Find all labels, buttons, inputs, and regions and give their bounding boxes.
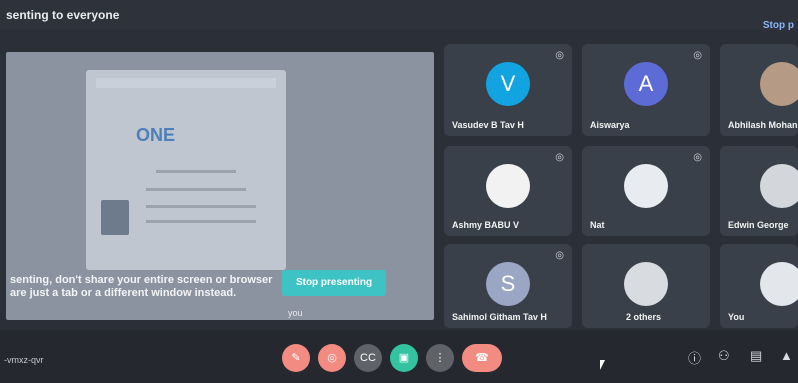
participant-tile[interactable]: Edwin George: [720, 146, 798, 236]
mic-off-icon: ◎: [555, 250, 564, 261]
participant-name: You: [728, 312, 745, 322]
mic-off-icon: ◎: [555, 152, 564, 163]
document-text-line: [146, 205, 256, 208]
presenting-banner: senting to everyone: [6, 8, 120, 22]
share-warning: senting, don't share your entire screen …: [10, 274, 272, 300]
participant-name: Abhilash Mohan: [728, 120, 798, 130]
participant-name: 2 others: [626, 312, 662, 322]
camera-toggle-button[interactable]: ◎: [318, 344, 346, 372]
people-icon[interactable]: ⚇: [718, 348, 730, 364]
presenter-name-tag: you: [288, 308, 303, 318]
mic-off-icon: ◎: [555, 50, 564, 61]
info-icon[interactable]: ⓘ: [688, 348, 701, 367]
avatar: [760, 62, 798, 106]
participant-name: Vasudev B Tav H: [452, 120, 524, 130]
document-text-line: [156, 170, 236, 173]
participant-name: Aiswarya: [590, 120, 630, 130]
participant-tile[interactable]: ◎ V Vasudev B Tav H: [444, 44, 572, 136]
participant-tile[interactable]: ◎ Ashmy BABU V: [444, 146, 572, 236]
shared-document: ONE: [86, 70, 286, 270]
stop-presenting-button[interactable]: Stop presenting: [282, 270, 386, 296]
avatar: V: [486, 62, 530, 106]
participant-tile[interactable]: 2 others: [582, 244, 710, 328]
mouse-cursor-icon: [600, 360, 605, 370]
meeting-code: -vmxz-qvr: [4, 355, 44, 365]
document-toolbar: [96, 78, 276, 88]
chat-icon[interactable]: ▤: [750, 348, 762, 364]
avatar: A: [624, 62, 668, 106]
avatar: [760, 262, 798, 306]
present-now-button[interactable]: ▣: [390, 344, 418, 372]
more-options-button[interactable]: ⋮: [426, 344, 454, 372]
avatar: [760, 164, 798, 208]
avatar: S: [486, 262, 530, 306]
top-bar: senting to everyone Stop p: [0, 0, 798, 31]
participant-tile[interactable]: ◎ Nat: [582, 146, 710, 236]
document-text-line: [146, 188, 246, 191]
participant-tile[interactable]: Abhilash Mohan: [720, 44, 798, 136]
participant-name: Edwin George: [728, 220, 789, 230]
avatar: [624, 262, 668, 306]
participant-name: Sahimol Githam Tav H: [452, 312, 547, 322]
activities-icon[interactable]: ▲: [780, 348, 793, 363]
avatar: [486, 164, 530, 208]
document-logo: ONE: [136, 125, 176, 145]
avatar: [624, 164, 668, 208]
participant-tile[interactable]: ◎ A Aiswarya: [582, 44, 710, 136]
captions-button[interactable]: CC: [354, 344, 382, 372]
document-photo: [101, 200, 129, 235]
stop-presenting-link[interactable]: Stop p: [763, 20, 794, 31]
participant-name: Nat: [590, 220, 605, 230]
participant-name: Ashmy BABU V: [452, 220, 520, 230]
participant-tile[interactable]: You: [720, 244, 798, 328]
end-call-button[interactable]: ☎: [462, 344, 502, 372]
mic-off-icon: ◎: [693, 50, 702, 61]
mic-toggle-button[interactable]: ✎: [282, 344, 310, 372]
share-warning-line: are just a tab or a different window ins…: [10, 287, 237, 299]
document-text-line: [146, 220, 256, 223]
mic-off-icon: ◎: [693, 152, 702, 163]
share-warning-line: senting, don't share your entire screen …: [10, 274, 273, 286]
presentation-area: ONE senting, don't share your entire scr…: [6, 52, 434, 320]
participant-tile[interactable]: ◎ S Sahimol Githam Tav H: [444, 244, 572, 328]
